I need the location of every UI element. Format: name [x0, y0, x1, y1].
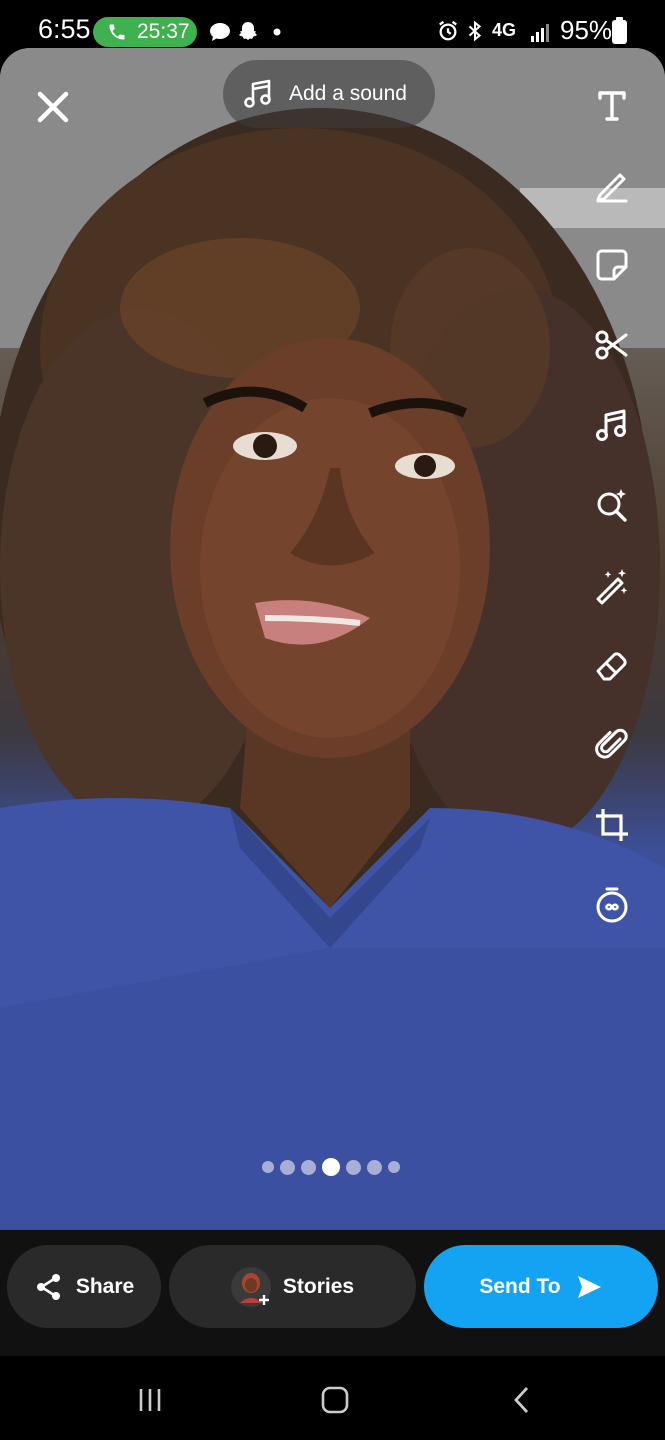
page-dot — [388, 1161, 400, 1173]
recent-apps-icon — [139, 1389, 161, 1411]
page-dot — [262, 1161, 274, 1173]
network-type: 4G — [492, 20, 517, 40]
send-to-button[interactable]: Send To — [424, 1245, 658, 1328]
scissors-tool-button[interactable] — [585, 318, 639, 372]
system-nav-bar — [0, 1356, 665, 1440]
action-bar: Share Stories Send To — [0, 1230, 665, 1356]
snap-preview[interactable]: Add a sound — [0, 48, 665, 1230]
chat-bubble-icon — [210, 23, 230, 41]
back-button[interactable] — [500, 1378, 544, 1422]
phone-icon — [109, 24, 125, 40]
page-dot — [346, 1159, 361, 1175]
draw-tool-button[interactable] — [585, 158, 639, 212]
add-sound-label: Add a sound — [289, 82, 407, 105]
ongoing-call-pill[interactable]: 25:37 — [93, 17, 197, 47]
text-tool-button[interactable] — [585, 78, 639, 132]
pencil-icon — [596, 173, 628, 203]
page-dot — [301, 1159, 316, 1175]
page-dot — [367, 1159, 382, 1175]
crop-tool-button[interactable] — [585, 798, 639, 852]
battery-icon — [612, 17, 627, 44]
magic-tool-button[interactable] — [585, 558, 639, 612]
send-arrow-icon — [577, 1275, 601, 1298]
music-tool-button[interactable] — [585, 398, 639, 452]
recent-apps-button[interactable] — [128, 1378, 172, 1422]
sticker-tool-button[interactable] — [585, 238, 639, 292]
text-icon — [598, 91, 626, 121]
music-note-icon — [244, 79, 271, 108]
search-sparkle-icon — [597, 489, 627, 522]
bluetooth-icon — [468, 20, 482, 42]
scissors-icon — [595, 330, 628, 360]
home-icon — [321, 1386, 349, 1414]
close-icon[interactable] — [30, 84, 76, 130]
lens-search-tool-button[interactable] — [585, 478, 639, 532]
bitmoji-avatar — [230, 1266, 271, 1307]
share-button[interactable]: Share — [7, 1245, 161, 1328]
photo-image — [0, 48, 665, 1230]
status-time: 6:55 — [38, 14, 91, 44]
sticker-icon — [596, 249, 628, 281]
page-indicator — [262, 1158, 400, 1176]
back-chevron-icon — [514, 1387, 529, 1413]
eraser-tool-button[interactable] — [585, 638, 639, 692]
page-dot-active — [322, 1158, 340, 1176]
page-dot — [280, 1159, 295, 1175]
home-button[interactable] — [313, 1378, 357, 1422]
add-sound-button[interactable]: Add a sound — [223, 60, 435, 128]
share-icon — [36, 1273, 60, 1300]
eraser-icon — [596, 652, 627, 681]
send-to-label: Send To — [479, 1274, 561, 1298]
magic-wand-icon — [596, 569, 628, 605]
crop-icon — [596, 809, 628, 841]
call-timer: 25:37 — [137, 20, 190, 43]
battery-percent: 95% — [560, 15, 613, 45]
attach-link-button[interactable] — [585, 718, 639, 772]
notification-dot-icon — [273, 28, 281, 36]
share-label: Share — [75, 1274, 135, 1298]
music-icon — [596, 409, 626, 441]
add-plus-icon — [258, 1294, 269, 1305]
timer-tool-button[interactable] — [585, 878, 639, 932]
stories-label: Stories — [282, 1274, 355, 1298]
timer-icon — [596, 887, 628, 923]
alarm-icon — [439, 20, 457, 41]
stories-button[interactable]: Stories — [169, 1245, 416, 1328]
signal-icon — [531, 24, 549, 42]
snapchat-ghost-icon — [239, 22, 257, 40]
paperclip-icon — [595, 728, 628, 759]
